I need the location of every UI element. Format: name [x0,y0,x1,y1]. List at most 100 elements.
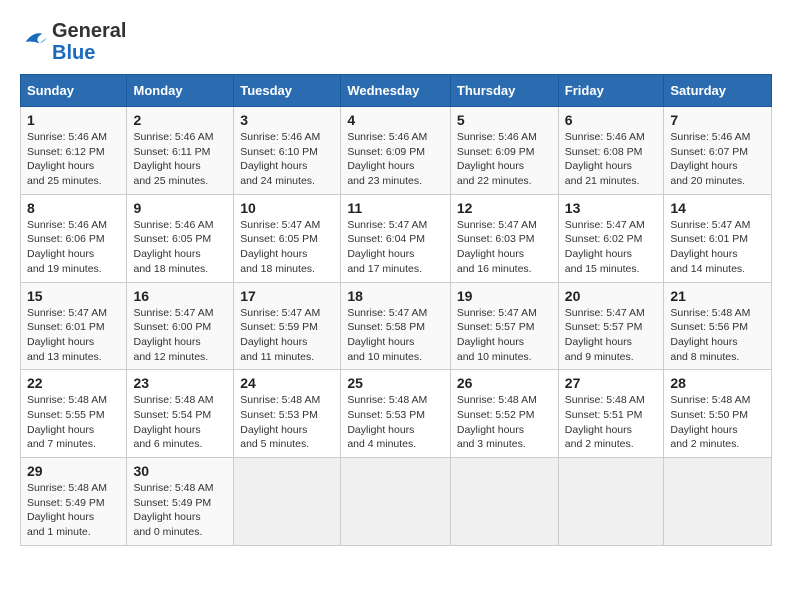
day-number: 7 [670,112,765,128]
day-info: Sunrise: 5:46 AMSunset: 6:09 PMDaylight … [457,130,552,189]
day-number: 10 [240,200,334,216]
calendar-cell [558,458,664,546]
day-info: Sunrise: 5:47 AMSunset: 5:59 PMDaylight … [240,306,334,365]
day-info: Sunrise: 5:48 AMSunset: 5:50 PMDaylight … [670,393,765,452]
calendar-cell [450,458,558,546]
day-info: Sunrise: 5:48 AMSunset: 5:53 PMDaylight … [347,393,444,452]
col-header-thursday: Thursday [450,75,558,107]
day-number: 2 [133,112,227,128]
day-info: Sunrise: 5:46 AMSunset: 6:05 PMDaylight … [133,218,227,277]
day-number: 1 [27,112,120,128]
calendar-cell: 13 Sunrise: 5:47 AMSunset: 6:02 PMDayligh… [558,194,664,282]
calendar-cell: 24 Sunrise: 5:48 AMSunset: 5:53 PMDayligh… [234,370,341,458]
day-number: 29 [27,463,120,479]
day-number: 21 [670,288,765,304]
day-info: Sunrise: 5:46 AMSunset: 6:12 PMDaylight … [27,130,120,189]
day-number: 3 [240,112,334,128]
day-info: Sunrise: 5:48 AMSunset: 5:54 PMDaylight … [133,393,227,452]
calendar-cell: 4 Sunrise: 5:46 AMSunset: 6:09 PMDaylight… [341,107,451,195]
calendar-cell: 22Sunrise: 5:48 AMSunset: 5:55 PMDayligh… [21,370,127,458]
day-number: 11 [347,200,444,216]
col-header-monday: Monday [127,75,234,107]
calendar-cell: 2 Sunrise: 5:46 AMSunset: 6:11 PMDaylight… [127,107,234,195]
col-header-wednesday: Wednesday [341,75,451,107]
day-info: Sunrise: 5:48 AMSunset: 5:56 PMDaylight … [670,306,765,365]
day-info: Sunrise: 5:47 AMSunset: 5:57 PMDaylight … [457,306,552,365]
day-number: 15 [27,288,120,304]
calendar-cell: 29 Sunrise: 5:48 AMSunset: 5:49 PMDayligh… [21,458,127,546]
day-number: 17 [240,288,334,304]
day-info: Sunrise: 5:48 AMSunset: 5:52 PMDaylight … [457,393,552,452]
day-number: 18 [347,288,444,304]
calendar-cell: 23 Sunrise: 5:48 AMSunset: 5:54 PMDayligh… [127,370,234,458]
day-number: 25 [347,375,444,391]
day-info: Sunrise: 5:47 AMSunset: 6:01 PMDaylight … [670,218,765,277]
day-number: 27 [565,375,658,391]
day-number: 12 [457,200,552,216]
day-info: Sunrise: 5:46 AMSunset: 6:09 PMDaylight … [347,130,444,189]
day-info: Sunrise: 5:46 AMSunset: 6:11 PMDaylight … [133,130,227,189]
calendar-cell: 12 Sunrise: 5:47 AMSunset: 6:03 PMDayligh… [450,194,558,282]
day-number: 23 [133,375,227,391]
day-number: 13 [565,200,658,216]
day-number: 20 [565,288,658,304]
calendar-table: SundayMondayTuesdayWednesdayThursdayFrid… [20,74,772,546]
day-number: 4 [347,112,444,128]
day-info: Sunrise: 5:46 AMSunset: 6:10 PMDaylight … [240,130,334,189]
calendar-cell: 25 Sunrise: 5:48 AMSunset: 5:53 PMDayligh… [341,370,451,458]
col-header-friday: Friday [558,75,664,107]
day-number: 24 [240,375,334,391]
day-number: 28 [670,375,765,391]
calendar-cell: 27 Sunrise: 5:48 AMSunset: 5:51 PMDayligh… [558,370,664,458]
day-number: 6 [565,112,658,128]
calendar-cell: 16 Sunrise: 5:47 AMSunset: 6:00 PMDayligh… [127,282,234,370]
day-number: 26 [457,375,552,391]
calendar-cell [341,458,451,546]
col-header-tuesday: Tuesday [234,75,341,107]
calendar-cell: 7 Sunrise: 5:46 AMSunset: 6:07 PMDaylight… [664,107,772,195]
day-info: Sunrise: 5:47 AMSunset: 6:00 PMDaylight … [133,306,227,365]
day-info: Sunrise: 5:47 AMSunset: 5:58 PMDaylight … [347,306,444,365]
day-number: 19 [457,288,552,304]
day-info: Sunrise: 5:47 AMSunset: 6:03 PMDaylight … [457,218,552,277]
calendar-cell: 8 Sunrise: 5:46 AMSunset: 6:06 PMDaylight… [21,194,127,282]
calendar-cell: 10 Sunrise: 5:47 AMSunset: 6:05 PMDayligh… [234,194,341,282]
calendar-cell: 14 Sunrise: 5:47 AMSunset: 6:01 PMDayligh… [664,194,772,282]
calendar-cell: 20Sunrise: 5:47 AMSunset: 5:57 PMDayligh… [558,282,664,370]
day-info: Sunrise: 5:48 AMSunset: 5:55 PMDaylight … [27,393,120,452]
day-info: Sunrise: 5:46 AMSunset: 6:07 PMDaylight … [670,130,765,189]
calendar-cell: 18 Sunrise: 5:47 AMSunset: 5:58 PMDayligh… [341,282,451,370]
day-number: 30 [133,463,227,479]
calendar-cell: 26 Sunrise: 5:48 AMSunset: 5:52 PMDayligh… [450,370,558,458]
day-info: Sunrise: 5:48 AMSunset: 5:53 PMDaylight … [240,393,334,452]
calendar-cell: 28 Sunrise: 5:48 AMSunset: 5:50 PMDayligh… [664,370,772,458]
day-info: Sunrise: 5:46 AMSunset: 6:06 PMDaylight … [27,218,120,277]
calendar-cell: 17 Sunrise: 5:47 AMSunset: 5:59 PMDayligh… [234,282,341,370]
calendar-cell [234,458,341,546]
day-info: Sunrise: 5:47 AMSunset: 6:01 PMDaylight … [27,306,120,365]
day-info: Sunrise: 5:48 AMSunset: 5:49 PMDaylight … [133,481,227,540]
calendar-cell [664,458,772,546]
calendar-cell: 6 Sunrise: 5:46 AMSunset: 6:08 PMDaylight… [558,107,664,195]
day-info: Sunrise: 5:46 AMSunset: 6:08 PMDaylight … [565,130,658,189]
day-info: Sunrise: 5:47 AMSunset: 6:05 PMDaylight … [240,218,334,277]
day-info: Sunrise: 5:47 AMSunset: 6:02 PMDaylight … [565,218,658,277]
logo: General Blue [20,20,126,64]
day-number: 14 [670,200,765,216]
calendar-cell: 19 Sunrise: 5:47 AMSunset: 5:57 PMDayligh… [450,282,558,370]
day-info: Sunrise: 5:47 AMSunset: 6:04 PMDaylight … [347,218,444,277]
day-number: 8 [27,200,120,216]
calendar-cell: 9 Sunrise: 5:46 AMSunset: 6:05 PMDaylight… [127,194,234,282]
day-number: 9 [133,200,227,216]
col-header-sunday: Sunday [21,75,127,107]
day-number: 5 [457,112,552,128]
calendar-cell: 1 Sunrise: 5:46 AMSunset: 6:12 PMDaylight… [21,107,127,195]
calendar-cell: 5 Sunrise: 5:46 AMSunset: 6:09 PMDaylight… [450,107,558,195]
col-header-saturday: Saturday [664,75,772,107]
day-info: Sunrise: 5:48 AMSunset: 5:51 PMDaylight … [565,393,658,452]
day-number: 16 [133,288,227,304]
logo-text: General Blue [52,20,126,64]
logo-icon [20,28,48,56]
calendar-cell: 11 Sunrise: 5:47 AMSunset: 6:04 PMDayligh… [341,194,451,282]
day-info: Sunrise: 5:48 AMSunset: 5:49 PMDaylight … [27,481,120,540]
